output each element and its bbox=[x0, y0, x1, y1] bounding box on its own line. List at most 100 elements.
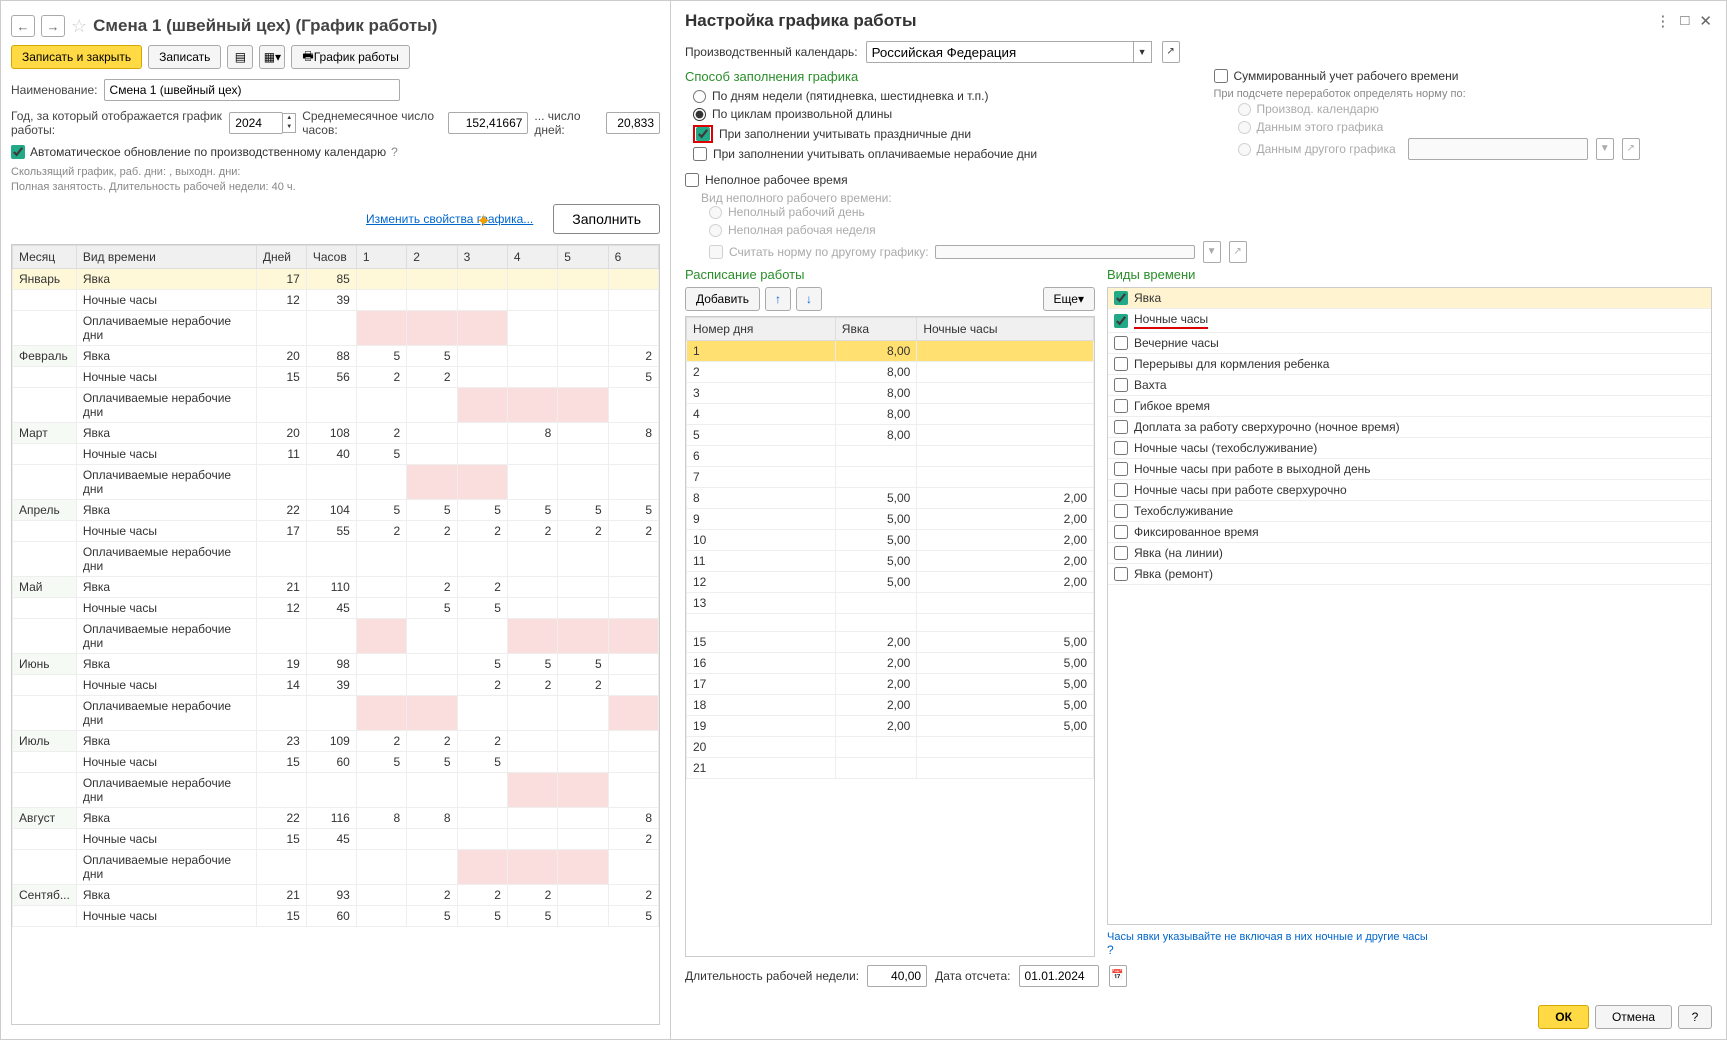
table-row[interactable]: Оплачиваемые нерабочие дни bbox=[13, 772, 659, 807]
time-type-checkbox[interactable] bbox=[1114, 441, 1128, 455]
table-row[interactable]: Ночные часы1755222222 bbox=[13, 520, 659, 541]
table-row[interactable]: Ночные часы15605555 bbox=[13, 905, 659, 926]
holidays-checkbox[interactable] bbox=[696, 127, 710, 141]
schedule-row[interactable]: 38,00 bbox=[687, 383, 1094, 404]
time-type-row[interactable]: Ночные часы (техобслуживание) bbox=[1108, 438, 1711, 459]
time-type-checkbox[interactable] bbox=[1114, 378, 1128, 392]
schedule-row[interactable]: 125,002,00 bbox=[687, 572, 1094, 593]
table-row[interactable]: Оплачиваемые нерабочие дни bbox=[13, 310, 659, 345]
schedule-row[interactable]: 85,002,00 bbox=[687, 488, 1094, 509]
cancel-button[interactable]: Отмена bbox=[1595, 1005, 1672, 1029]
time-type-checkbox[interactable] bbox=[1114, 314, 1128, 328]
time-type-checkbox[interactable] bbox=[1114, 462, 1128, 476]
save-button[interactable]: Записать bbox=[148, 45, 221, 69]
schedule-row[interactable]: 18,00 bbox=[687, 341, 1094, 362]
time-type-row[interactable]: Ночные часы при работе в выходной день bbox=[1108, 459, 1711, 480]
table-row[interactable]: ИюльЯвка23109222 bbox=[13, 730, 659, 751]
dropdown-icon-button[interactable]: ▦▾ bbox=[259, 45, 285, 69]
table-row[interactable]: Сентяб...Явка21932222 bbox=[13, 884, 659, 905]
move-down-button[interactable]: ↓ bbox=[796, 287, 822, 311]
maximize-icon[interactable]: □ bbox=[1680, 12, 1689, 30]
time-type-checkbox[interactable] bbox=[1114, 504, 1128, 518]
table-row[interactable]: ИюньЯвка1998555 bbox=[13, 653, 659, 674]
table-row[interactable]: ФевральЯвка2088552 bbox=[13, 345, 659, 366]
year-spinner[interactable]: ▲▼ bbox=[283, 113, 296, 133]
fill-button[interactable]: Заполнить bbox=[553, 204, 660, 234]
avg-days-input[interactable] bbox=[606, 112, 660, 134]
help-icon[interactable]: ? bbox=[391, 145, 398, 159]
time-type-checkbox[interactable] bbox=[1114, 546, 1128, 560]
schedule-row[interactable]: 20 bbox=[687, 737, 1094, 758]
week-length-input[interactable] bbox=[867, 965, 927, 987]
table-row[interactable]: Ночные часы1556225 bbox=[13, 366, 659, 387]
schedule-row[interactable]: 58,00 bbox=[687, 425, 1094, 446]
schedule-row[interactable]: 13 bbox=[687, 593, 1094, 614]
calendar-dropdown-icon[interactable]: ▼ bbox=[1134, 41, 1152, 63]
doc-icon-button[interactable]: ▤ bbox=[227, 45, 253, 69]
paid-nonwork-checkbox[interactable] bbox=[693, 147, 707, 161]
table-row[interactable]: АвгустЯвка22116888 bbox=[13, 807, 659, 828]
calendar-picker-icon[interactable]: 📅 bbox=[1109, 965, 1127, 987]
schedule-row[interactable]: 162,005,00 bbox=[687, 653, 1094, 674]
favorite-star-icon[interactable]: ☆ bbox=[71, 16, 87, 37]
schedule-days-table[interactable]: Номер дняЯвкаНочные часы 18,0028,0038,00… bbox=[686, 317, 1094, 779]
parttime-checkbox[interactable] bbox=[685, 173, 699, 187]
time-type-row[interactable]: Вахта bbox=[1108, 375, 1711, 396]
add-row-button[interactable]: Добавить bbox=[685, 287, 760, 311]
time-type-checkbox[interactable] bbox=[1114, 291, 1128, 305]
summary-checkbox[interactable] bbox=[1214, 69, 1228, 83]
time-type-row[interactable]: Фиксированное время bbox=[1108, 522, 1711, 543]
year-input[interactable] bbox=[229, 112, 283, 134]
time-type-row[interactable]: Техобслуживание bbox=[1108, 501, 1711, 522]
table-row[interactable]: Оплачиваемые нерабочие дни bbox=[13, 464, 659, 499]
time-type-row[interactable]: Явка (на линии) bbox=[1108, 543, 1711, 564]
time-type-checkbox[interactable] bbox=[1114, 483, 1128, 497]
table-row[interactable]: Ночные часы1239 bbox=[13, 289, 659, 310]
table-row[interactable]: Оплачиваемые нерабочие дни bbox=[13, 849, 659, 884]
table-row[interactable]: МайЯвка2111022 bbox=[13, 576, 659, 597]
schedule-row[interactable]: 152,005,00 bbox=[687, 632, 1094, 653]
schedule-row[interactable] bbox=[687, 614, 1094, 632]
more-menu-icon[interactable]: ⋮ bbox=[1655, 12, 1670, 30]
print-schedule-button[interactable]: 🖶 График работы bbox=[291, 45, 409, 69]
schedule-row[interactable]: 192,005,00 bbox=[687, 716, 1094, 737]
time-type-row[interactable]: Перерывы для кормления ребенка bbox=[1108, 354, 1711, 375]
time-type-row[interactable]: Вечерние часы bbox=[1108, 333, 1711, 354]
table-row[interactable]: МартЯвка20108288 bbox=[13, 422, 659, 443]
time-type-checkbox[interactable] bbox=[1114, 567, 1128, 581]
time-type-row[interactable]: Ночные часы bbox=[1108, 309, 1711, 333]
avg-hours-input[interactable] bbox=[448, 112, 528, 134]
table-row[interactable]: Ночные часы124555 bbox=[13, 597, 659, 618]
schedule-row[interactable]: 6 bbox=[687, 446, 1094, 467]
table-row[interactable]: Оплачиваемые нерабочие дни bbox=[13, 541, 659, 576]
table-row[interactable]: АпрельЯвка22104555555 bbox=[13, 499, 659, 520]
time-type-row[interactable]: Доплата за работу сверхурочно (ночное вр… bbox=[1108, 417, 1711, 438]
schedule-row[interactable]: 21 bbox=[687, 758, 1094, 779]
time-type-checkbox[interactable] bbox=[1114, 336, 1128, 350]
time-type-row[interactable]: Ночные часы при работе сверхурочно bbox=[1108, 480, 1711, 501]
time-type-checkbox[interactable] bbox=[1114, 525, 1128, 539]
name-input[interactable] bbox=[104, 79, 400, 101]
time-type-row[interactable]: Гибкое время bbox=[1108, 396, 1711, 417]
method-weekdays-radio[interactable] bbox=[693, 90, 706, 103]
close-icon[interactable]: ✕ bbox=[1699, 12, 1712, 30]
change-props-link[interactable]: Изменить свойства графика... bbox=[366, 212, 533, 226]
schedule-calendar-table[interactable]: МесяцВид времениДнейЧасов123456 ЯнварьЯв… bbox=[12, 245, 659, 927]
ok-button[interactable]: ОК bbox=[1538, 1005, 1589, 1029]
table-row[interactable]: Ночные часы11405 bbox=[13, 443, 659, 464]
table-row[interactable]: Ночные часы1439222 bbox=[13, 674, 659, 695]
schedule-row[interactable]: 95,002,00 bbox=[687, 509, 1094, 530]
schedule-row[interactable]: 7 bbox=[687, 467, 1094, 488]
calendar-open-icon[interactable]: ↗ bbox=[1162, 41, 1180, 63]
schedule-row[interactable]: 48,00 bbox=[687, 404, 1094, 425]
schedule-row[interactable]: 105,002,00 bbox=[687, 530, 1094, 551]
time-type-checkbox[interactable] bbox=[1114, 357, 1128, 371]
time-types-list[interactable]: ЯвкаНочные часыВечерние часыПерерывы для… bbox=[1107, 287, 1712, 925]
nav-back-button[interactable]: ← bbox=[11, 15, 35, 37]
method-cycles-radio[interactable] bbox=[693, 108, 706, 121]
move-up-button[interactable]: ↑ bbox=[765, 287, 791, 311]
schedule-row[interactable]: 115,002,00 bbox=[687, 551, 1094, 572]
calendar-input[interactable] bbox=[866, 41, 1134, 63]
table-row[interactable]: Ночные часы15452 bbox=[13, 828, 659, 849]
time-type-row[interactable]: Явка (ремонт) bbox=[1108, 564, 1711, 585]
